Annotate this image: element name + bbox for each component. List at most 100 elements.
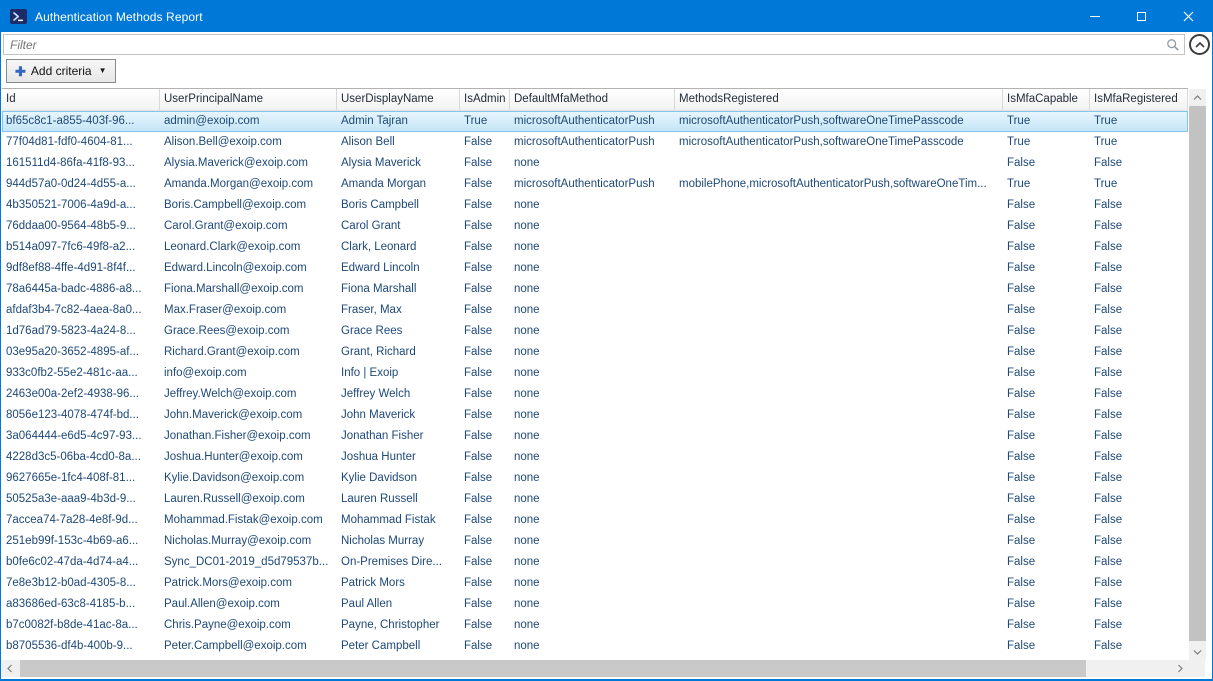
cell-userprincipalname: Fiona.Marshall@exoip.com — [160, 279, 337, 300]
table-row[interactable]: 50525a3e-aaa9-4b3d-9...Lauren.Russell@ex… — [2, 489, 1188, 510]
cell-id: b8705536-df4b-400b-9... — [2, 636, 160, 657]
cell-ismfaregistered: False — [1090, 510, 1188, 531]
cell-ismfaregistered: True — [1090, 111, 1188, 132]
cell-id: 77f04d81-fdf0-4604-81... — [2, 132, 160, 153]
table-row[interactable]: 4b350521-7006-4a9d-a...Boris.Campbell@ex… — [2, 195, 1188, 216]
vertical-scrollbar-thumb[interactable] — [1189, 106, 1206, 641]
column-header-ismfacapable[interactable]: IsMfaCapable — [1003, 89, 1090, 110]
cell-ismfacapable: False — [1003, 216, 1090, 237]
add-criteria-button[interactable]: ✚ Add criteria ▼ — [6, 59, 116, 83]
column-header-userdisplayname[interactable]: UserDisplayName — [337, 89, 460, 110]
cell-userprincipalname: Paul.Allen@exoip.com — [160, 594, 337, 615]
cell-isadmin: False — [460, 279, 510, 300]
cell-methodsregistered — [675, 195, 1003, 216]
chevron-down-icon: ▼ — [99, 67, 107, 75]
column-header-id[interactable]: Id — [2, 89, 160, 110]
table-row[interactable]: 9627665e-1fc4-408f-81...Kylie.Davidson@e… — [2, 468, 1188, 489]
table-row[interactable]: 944d57a0-0d24-4d55-a...Amanda.Morgan@exo… — [2, 174, 1188, 195]
cell-ismfacapable: False — [1003, 384, 1090, 405]
scroll-down-button[interactable] — [1189, 644, 1206, 660]
table-row[interactable]: 7e8e3b12-b0ad-4305-8...Patrick.Mors@exoi… — [2, 573, 1188, 594]
cell-defaultmfamethod: none — [510, 279, 675, 300]
horizontal-scrollbar[interactable] — [1, 660, 1188, 677]
table-row[interactable]: b514a097-7fc6-49f8-a2...Leonard.Clark@ex… — [2, 237, 1188, 258]
table-row[interactable]: 8056e123-4078-474f-bd...John.Maverick@ex… — [2, 405, 1188, 426]
cell-defaultmfamethod: none — [510, 426, 675, 447]
column-header-methodsregistered[interactable]: MethodsRegistered — [675, 89, 1003, 110]
scroll-left-button[interactable] — [1, 660, 17, 677]
table-row[interactable]: a83686ed-63c8-4185-b...Paul.Allen@exoip.… — [2, 594, 1188, 615]
scroll-right-button[interactable] — [1172, 660, 1188, 677]
table-row[interactable]: afdaf3b4-7c82-4aea-8a0...Max.Fraser@exoi… — [2, 300, 1188, 321]
cell-defaultmfamethod: none — [510, 258, 675, 279]
cell-defaultmfamethod: none — [510, 153, 675, 174]
cell-ismfaregistered: False — [1090, 636, 1188, 657]
filter-box — [3, 34, 1185, 55]
cell-defaultmfamethod: none — [510, 363, 675, 384]
table-row[interactable]: 4228d3c5-06ba-4cd0-8a...Joshua.Hunter@ex… — [2, 447, 1188, 468]
horizontal-scrollbar-thumb[interactable] — [20, 660, 1086, 677]
table-row[interactable]: 933c0fb2-55e2-481c-aa...info@exoip.comIn… — [2, 363, 1188, 384]
cell-defaultmfamethod: none — [510, 552, 675, 573]
table-row[interactable]: 9df8ef88-4ffe-4d91-8f4f...Edward.Lincoln… — [2, 258, 1188, 279]
cell-methodsregistered — [675, 237, 1003, 258]
cell-methodsregistered — [675, 447, 1003, 468]
scroll-up-button[interactable] — [1189, 89, 1206, 105]
cell-methodsregistered: microsoftAuthenticatorPush,softwareOneTi… — [675, 111, 1003, 132]
collapse-criteria-button[interactable] — [1189, 34, 1210, 55]
cell-ismfaregistered: False — [1090, 468, 1188, 489]
table-row[interactable]: 03e95a20-3652-4895-af...Richard.Grant@ex… — [2, 342, 1188, 363]
table-row[interactable]: b0fe6c02-47da-4d74-a4...Sync_DC01-2019_d… — [2, 552, 1188, 573]
table-row[interactable]: 251eb99f-153c-4b69-a6...Nicholas.Murray@… — [2, 531, 1188, 552]
table-row[interactable]: 3a064444-e6d5-4c97-93...Jonathan.Fisher@… — [2, 426, 1188, 447]
cell-ismfacapable: False — [1003, 468, 1090, 489]
cell-userdisplayname: Peter Campbell — [337, 636, 460, 657]
cell-defaultmfamethod: microsoftAuthenticatorPush — [510, 132, 675, 153]
cell-isadmin: False — [460, 195, 510, 216]
filter-input[interactable] — [4, 36, 1166, 53]
table-row[interactable]: b8705536-df4b-400b-9...Peter.Campbell@ex… — [2, 636, 1188, 657]
close-button[interactable] — [1165, 1, 1212, 32]
cell-ismfacapable: False — [1003, 405, 1090, 426]
cell-isadmin: False — [460, 468, 510, 489]
table-row[interactable]: 76ddaa00-9564-48b5-9...Carol.Grant@exoip… — [2, 216, 1188, 237]
cell-id: 4228d3c5-06ba-4cd0-8a... — [2, 447, 160, 468]
table-row[interactable]: 7accea74-7a28-4e8f-9d...Mohammad.Fistak@… — [2, 510, 1188, 531]
table-row[interactable]: 2463e00a-2ef2-4938-96...Jeffrey.Welch@ex… — [2, 384, 1188, 405]
table-row[interactable]: 77f04d81-fdf0-4604-81...Alison.Bell@exoi… — [2, 132, 1188, 153]
cell-userdisplayname: Lauren Russell — [337, 489, 460, 510]
window-title: Authentication Methods Report — [35, 10, 203, 24]
cell-isadmin: False — [460, 237, 510, 258]
column-header-userprincipalname[interactable]: UserPrincipalName — [160, 89, 337, 110]
table-row[interactable]: 161511d4-86fa-41f8-93...Alysia.Maverick@… — [2, 153, 1188, 174]
cell-methodsregistered: microsoftAuthenticatorPush,softwareOneTi… — [675, 132, 1003, 153]
cell-id: 78a6445a-badc-4886-a8... — [2, 279, 160, 300]
table-row[interactable]: b7c0082f-b8de-41ac-8a...Chris.Payne@exoi… — [2, 615, 1188, 636]
search-icon[interactable] — [1166, 38, 1180, 52]
table-row[interactable]: 1d76ad79-5823-4a24-8...Grace.Rees@exoip.… — [2, 321, 1188, 342]
cell-ismfaregistered: False — [1090, 426, 1188, 447]
criteria-toolbar: ✚ Add criteria ▼ — [6, 59, 116, 83]
maximize-button[interactable] — [1118, 1, 1165, 32]
vertical-scrollbar[interactable] — [1189, 89, 1206, 660]
cell-userdisplayname: Alysia Maverick — [337, 153, 460, 174]
cell-ismfacapable: False — [1003, 195, 1090, 216]
column-header-isadmin[interactable]: IsAdmin — [460, 89, 510, 110]
cell-userdisplayname: Joshua Hunter — [337, 447, 460, 468]
powershell-icon — [10, 9, 27, 24]
cell-ismfaregistered: False — [1090, 384, 1188, 405]
cell-userdisplayname: Edward Lincoln — [337, 258, 460, 279]
column-header-ismfaregistered[interactable]: IsMfaRegistered — [1090, 89, 1188, 110]
cell-id: 3a064444-e6d5-4c97-93... — [2, 426, 160, 447]
cell-isadmin: False — [460, 153, 510, 174]
cell-userprincipalname: Nicholas.Murray@exoip.com — [160, 531, 337, 552]
column-header-defaultmfamethod[interactable]: DefaultMfaMethod — [510, 89, 675, 110]
cell-id: 9df8ef88-4ffe-4d91-8f4f... — [2, 258, 160, 279]
table-row[interactable]: 78a6445a-badc-4886-a8...Fiona.Marshall@e… — [2, 279, 1188, 300]
close-icon — [1183, 11, 1194, 22]
cell-defaultmfamethod: none — [510, 216, 675, 237]
table-row[interactable]: bf65c8c1-a855-403f-96...admin@exoip.comA… — [2, 111, 1188, 132]
cell-ismfaregistered: False — [1090, 363, 1188, 384]
cell-methodsregistered — [675, 552, 1003, 573]
minimize-button[interactable] — [1071, 1, 1118, 32]
